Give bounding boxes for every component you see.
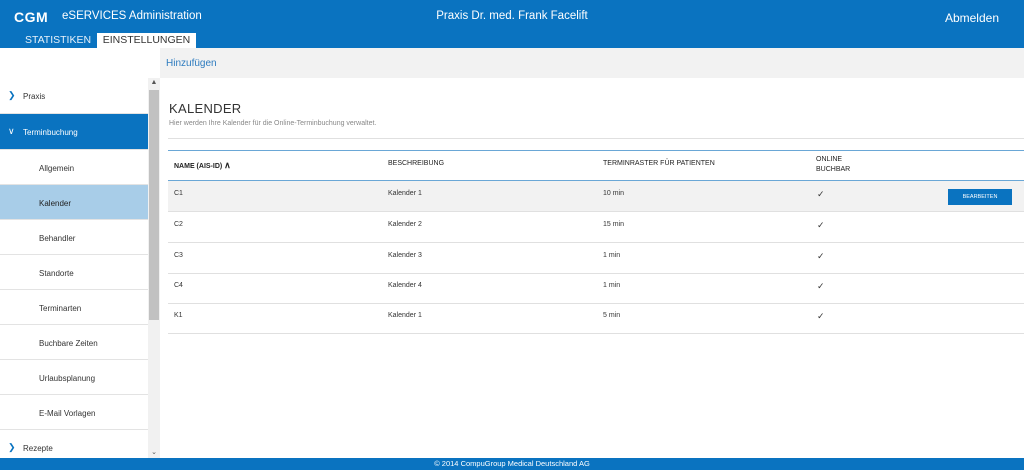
sidebar-item-label: Standorte: [39, 269, 74, 278]
check-icon: ✓: [817, 281, 825, 291]
sidebar-item-label: Buchbare Zeiten: [39, 339, 98, 348]
table-row[interactable]: C1 Kalender 1 10 min ✓ BEARBEITEN: [168, 181, 1024, 212]
cell-raster: 10 min: [603, 190, 625, 197]
table-row[interactable]: C2 Kalender 2 15 min ✓: [168, 212, 1024, 243]
scroll-down-icon[interactable]: ⌄: [148, 448, 160, 458]
sidebar-item-label: Kalender: [39, 199, 72, 208]
sidebar-item-praxis[interactable]: ❯ Praxis: [0, 78, 148, 114]
page-title: KALENDER: [169, 101, 242, 116]
cell-name: C3: [174, 252, 183, 259]
sidebar-item-label: Terminarten: [39, 304, 82, 313]
sidebar-item-standorte[interactable]: Standorte: [0, 255, 148, 290]
divider: [168, 138, 1024, 139]
sidebar-item-label: Terminbuchung: [23, 128, 78, 137]
sidebar-item-label: Behandler: [39, 234, 76, 243]
cell-name: C2: [174, 221, 183, 228]
scrollbar-thumb[interactable]: [149, 90, 159, 320]
table-header-top-line: [168, 150, 1024, 151]
sidebar-item-label: Praxis: [23, 92, 46, 101]
table-row[interactable]: C4 Kalender 4 1 min ✓: [168, 273, 1024, 304]
check-icon: ✓: [817, 189, 825, 199]
cell-description: Kalender 3: [388, 252, 422, 259]
sidebar-item-label: E-Mail Vorlagen: [39, 409, 96, 418]
tab-einstellungen[interactable]: EINSTELLUNGEN: [97, 33, 196, 48]
table-row[interactable]: C3 Kalender 3 1 min ✓: [168, 243, 1024, 274]
add-link[interactable]: Hinzufügen: [166, 58, 217, 69]
sidebar-item-label: Rezepte: [23, 444, 53, 453]
chevron-down-icon: ∨: [8, 126, 15, 136]
check-icon: ✓: [817, 251, 825, 261]
sidebar-scrollbar[interactable]: ▲ ⌄: [148, 78, 160, 458]
column-header-beschreibung: BESCHREIBUNG: [388, 160, 445, 167]
sidebar-item-label: Allgemein: [39, 164, 75, 173]
column-header-online: ONLINE: [816, 156, 843, 163]
chevron-right-icon: ❯: [8, 442, 16, 452]
logout-link[interactable]: Abmelden: [945, 11, 999, 25]
page-subtitle: Hier werden Ihre Kalender für die Online…: [169, 120, 377, 127]
cell-description: Kalender 1: [388, 190, 422, 197]
sidebar-item-urlaubsplanung[interactable]: Urlaubsplanung: [0, 360, 148, 395]
sidebar-item-terminbuchung[interactable]: ∨ Terminbuchung: [0, 114, 148, 150]
column-header-name[interactable]: NAME (AIS-ID) ∧: [174, 160, 231, 171]
sidebar-item-email-vorlagen[interactable]: E-Mail Vorlagen: [0, 395, 148, 430]
cell-raster: 15 min: [603, 221, 625, 228]
check-icon: ✓: [817, 220, 825, 230]
footer: © 2014 CompuGroup Medical Deutschland AG: [0, 458, 1024, 470]
column-header-buchbar: BUCHBAR: [816, 166, 851, 173]
sidebar-item-behandler[interactable]: Behandler: [0, 220, 148, 255]
tab-statistiken[interactable]: STATISTIKEN: [18, 33, 98, 48]
top-header: CGM eSERVICES Administration Praxis Dr. …: [0, 0, 1024, 48]
edit-button[interactable]: BEARBEITEN: [948, 189, 1012, 205]
sidebar-item-buchbare-zeiten[interactable]: Buchbare Zeiten: [0, 325, 148, 360]
cell-name: K1: [174, 312, 183, 319]
cell-description: Kalender 2: [388, 221, 422, 228]
table-row[interactable]: K1 Kalender 1 5 min ✓: [168, 303, 1024, 334]
cell-raster: 5 min: [603, 312, 621, 319]
scroll-up-icon[interactable]: ▲: [148, 78, 160, 88]
cell-name: C4: [174, 282, 183, 289]
sidebar-item-terminarten[interactable]: Terminarten: [0, 290, 148, 325]
cell-description: Kalender 1: [388, 312, 422, 319]
cell-name: C1: [174, 190, 183, 197]
sidebar-item-label: Urlaubsplanung: [39, 374, 96, 383]
cell-raster: 1 min: [603, 282, 621, 289]
main-content: KALENDER Hier werden Ihre Kalender für d…: [160, 78, 1024, 458]
chevron-right-icon: ❯: [8, 90, 16, 100]
cell-raster: 1 min: [603, 252, 621, 259]
sort-ascending-icon: ∧: [224, 160, 231, 170]
sidebar-item-allgemein[interactable]: Allgemein: [0, 150, 148, 185]
sidebar-item-rezepte[interactable]: ❯ Rezepte: [0, 430, 148, 458]
action-bar: Hinzufügen: [160, 48, 1024, 78]
sidebar: ❯ Praxis ∨ Terminbuchung Allgemein Kalen…: [0, 78, 161, 458]
column-header-terminraster: TERMINRASTER FÜR PATIENTEN: [603, 160, 715, 167]
praxis-name: Praxis Dr. med. Frank Facelift: [436, 10, 588, 22]
cell-description: Kalender 4: [388, 282, 422, 289]
column-header-label: NAME (AIS-ID): [174, 163, 223, 170]
sidebar-item-kalender[interactable]: Kalender: [0, 185, 148, 220]
check-icon: ✓: [817, 311, 825, 321]
